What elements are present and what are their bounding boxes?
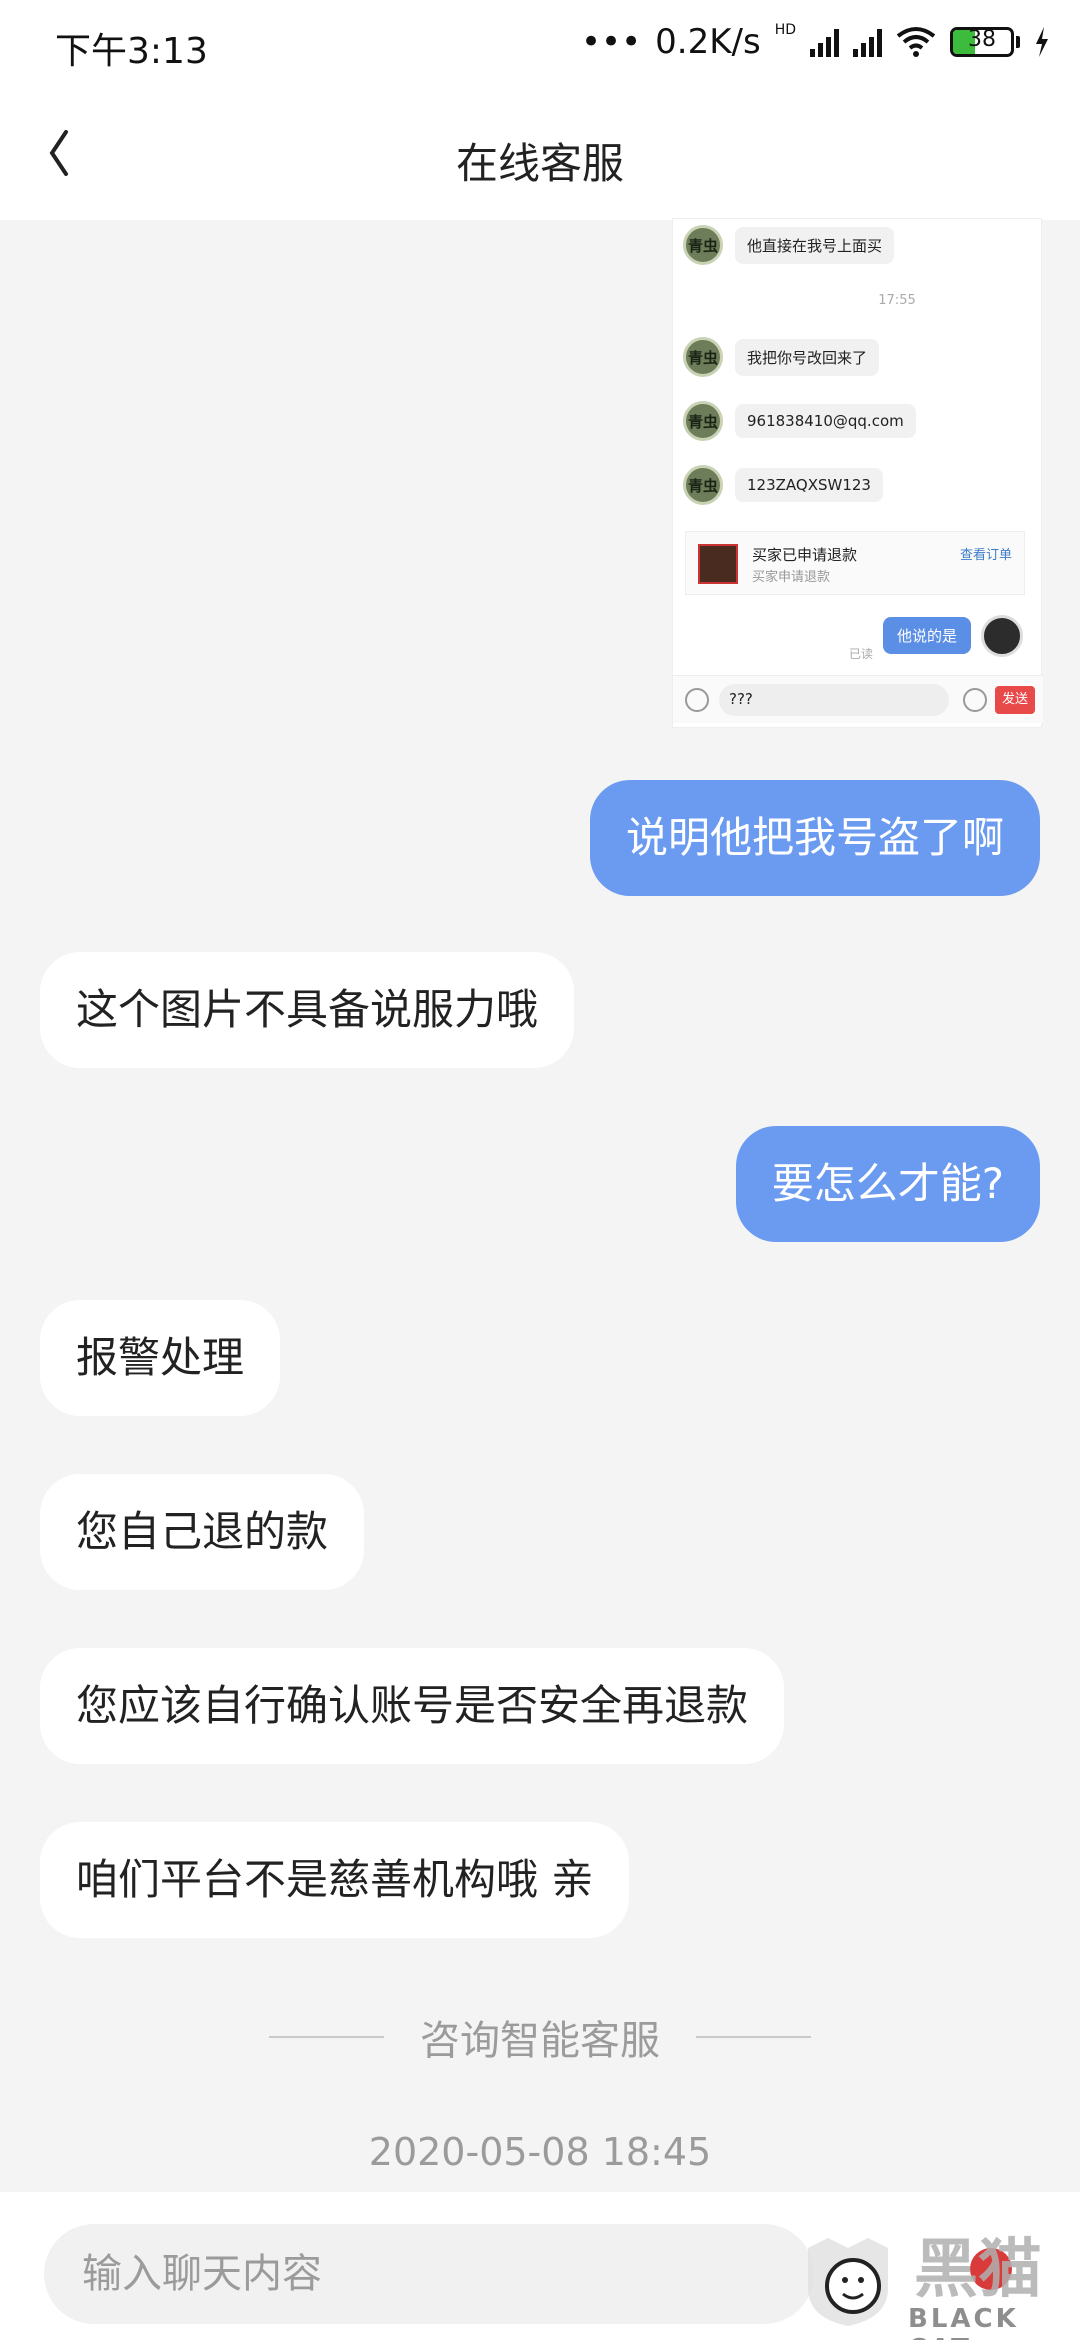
smart-service-divider: 咨询智能客服: [0, 2008, 1080, 2066]
shot-send-button: 发送: [995, 686, 1035, 714]
avatar: 青虫: [683, 401, 723, 441]
status-indicators: ••• 0.2K/s HD 38: [581, 22, 1050, 62]
divider-line: [696, 2036, 811, 2038]
shot-input-bar: ??? 发送: [673, 675, 1043, 723]
emoji-icon: [963, 688, 987, 712]
chat-input[interactable]: [44, 2224, 814, 2324]
shot-sent-bubble: 他说的是: [883, 617, 972, 654]
wifi-icon: [896, 27, 936, 57]
my-message-bubble[interactable]: 说明他把我号盗了啊: [589, 780, 1040, 896]
divider-line: [269, 2036, 384, 2038]
page-title: 在线客服: [455, 139, 624, 188]
divider-text[interactable]: 咨询智能客服: [420, 2008, 660, 2066]
status-time: 下午3:13: [55, 31, 208, 72]
chat-timestamp: 2020-05-08 18:45: [368, 2130, 712, 2174]
avatar: 青虫: [683, 337, 723, 377]
read-status: 已读: [849, 647, 874, 661]
agent-message-bubble[interactable]: 咱们平台不是慈善机构哦 亲: [40, 1822, 630, 1938]
battery-icon: 38: [950, 27, 1020, 57]
my-message-bubble[interactable]: 要怎么才能?: [735, 1126, 1040, 1242]
shot-input: ???: [719, 684, 949, 716]
shot-bubble: 123ZAQXSW123: [735, 468, 883, 502]
agent-message-bubble[interactable]: 报警处理: [40, 1300, 281, 1416]
agent-message-bubble[interactable]: 这个图片不具备说服力哦: [40, 952, 575, 1068]
shot-bubble: 961838410@qq.com: [735, 404, 916, 438]
shot-message-row: 青虫 我把你号改回来了: [683, 337, 880, 377]
charging-icon: [1036, 27, 1048, 57]
shot-timestamp: 17:55: [878, 293, 916, 308]
shot-bubble: 他直接在我号上面买: [735, 226, 895, 264]
signal-icon-2: [853, 27, 882, 57]
order-title: 买家已申请退款: [752, 546, 858, 564]
order-subtitle: 买家申请退款: [752, 570, 831, 585]
avatar: [981, 615, 1023, 657]
menu-icon: [685, 688, 709, 712]
watermark-glyphs: 黑猫: [914, 2233, 1042, 2307]
embedded-screenshot[interactable]: 青虫 他直接在我号上面买 17:55 青虫 我把你号改回来了 青虫 961838…: [672, 218, 1043, 728]
more-dots-icon: •••: [580, 22, 642, 62]
shot-order-card: 买家已申请退款 买家申请退款 查看订单: [685, 531, 1025, 595]
order-thumbnail: [698, 544, 738, 584]
shot-message-row: 青虫 123ZAQXSW123: [683, 465, 883, 505]
shot-message-row: 青虫 961838410@qq.com: [683, 401, 916, 441]
status-bar: 下午3:13 ••• 0.2K/s HD 38: [0, 0, 1080, 90]
network-speed: 0.2K/s: [655, 22, 761, 62]
watermark-logo: 黑猫 BLACK CAT: [798, 2218, 1068, 2340]
avatar: 青虫: [683, 465, 723, 505]
cat-logo-icon: [808, 2238, 888, 2326]
header: 在线客服: [0, 90, 1080, 220]
avatar: 青虫: [683, 225, 723, 265]
agent-message-bubble[interactable]: 您应该自行确认账号是否安全再退款: [40, 1648, 785, 1764]
watermark-text: BLACK CAT: [908, 2304, 1019, 2340]
battery-level: 38: [968, 27, 996, 52]
view-order-link: 查看订单: [959, 548, 1012, 563]
network-type: HD: [774, 22, 796, 38]
shot-message-row: 青虫 他直接在我号上面买: [683, 225, 895, 265]
agent-message-bubble[interactable]: 您自己退的款: [40, 1474, 365, 1590]
shot-bubble: 我把你号改回来了: [735, 338, 880, 376]
signal-icon: [810, 27, 839, 57]
